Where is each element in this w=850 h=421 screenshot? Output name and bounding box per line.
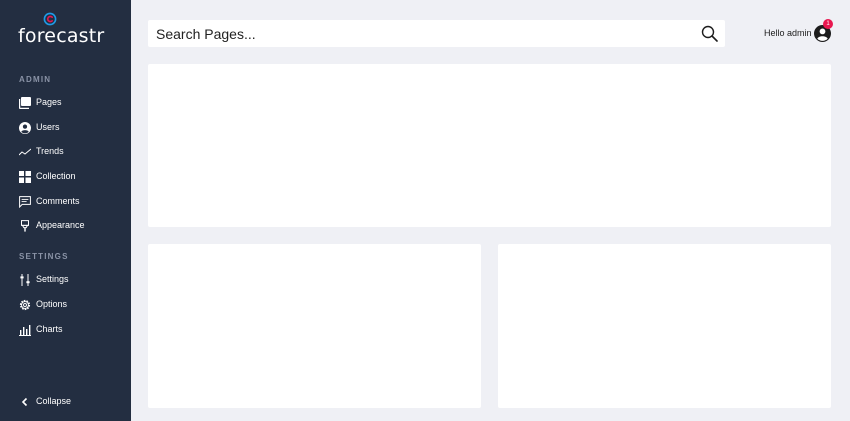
sidebar-item-label: Options <box>36 299 68 309</box>
sidebar-item-users[interactable]: Users <box>0 117 131 139</box>
brush-icon <box>18 219 31 232</box>
user-icon <box>18 121 31 134</box>
search-input[interactable] <box>148 20 688 47</box>
sidebar-item-label: Pages <box>36 97 62 107</box>
search-bar <box>148 20 725 47</box>
sidebar-item-options[interactable]: Options <box>0 294 131 316</box>
brand-logo[interactable]: forecastr <box>18 12 118 47</box>
collapse-label: Collapse <box>36 396 72 406</box>
sidebar-item-pages[interactable]: Pages <box>0 92 131 114</box>
section-title-settings: SETTINGS <box>19 252 69 261</box>
sidebar-item-label: Collection <box>36 171 76 181</box>
sidebar-item-label: Trends <box>36 146 64 156</box>
notification-badge[interactable]: 1 <box>823 19 833 29</box>
pages-icon <box>18 96 31 109</box>
sidebar-item-label: Charts <box>36 324 63 334</box>
collapse-button[interactable]: Collapse <box>0 391 131 413</box>
bar-chart-icon <box>18 323 31 336</box>
sidebar-item-trends[interactable]: Trends <box>0 141 131 163</box>
sidebar-item-comments[interactable]: Comments <box>0 191 131 213</box>
sidebar-item-charts[interactable]: Charts <box>0 319 131 341</box>
logo-mark-icon <box>43 12 57 26</box>
sidebar-item-settings[interactable]: Settings <box>0 269 131 291</box>
content-card-bottom-right <box>498 244 831 408</box>
chevron-left-icon <box>18 395 31 408</box>
gear-icon <box>18 298 31 311</box>
content-card-top <box>148 64 831 227</box>
brand-name: forecastr <box>18 25 105 47</box>
grid-icon <box>18 170 31 183</box>
comment-icon <box>18 195 31 208</box>
trend-icon <box>18 145 31 158</box>
user-greeting[interactable]: Hello admin <box>764 28 812 38</box>
sidebar-item-label: Settings <box>36 274 69 284</box>
search-icon[interactable] <box>701 25 718 42</box>
section-title-admin: ADMIN <box>19 75 52 84</box>
sidebar: forecastr ADMIN Pages Users Trends Colle… <box>0 0 131 421</box>
sidebar-item-label: Appearance <box>36 220 85 230</box>
sliders-icon <box>18 273 31 286</box>
sidebar-item-label: Comments <box>36 196 80 206</box>
sidebar-item-label: Users <box>36 122 60 132</box>
sidebar-item-collection[interactable]: Collection <box>0 166 131 188</box>
sidebar-item-appearance[interactable]: Appearance <box>0 215 131 237</box>
content-card-bottom-left <box>148 244 481 408</box>
